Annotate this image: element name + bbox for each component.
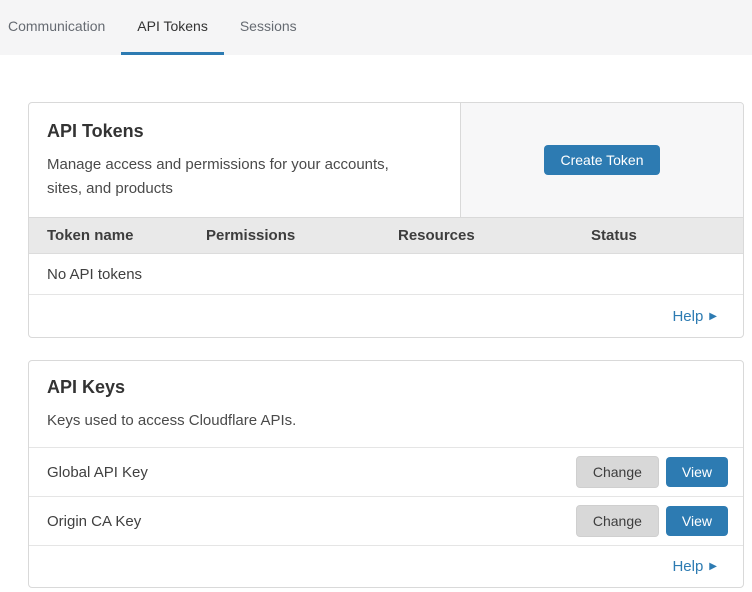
help-link-label: Help: [672, 308, 703, 325]
tokens-empty-message: No API tokens: [47, 266, 142, 283]
global-api-key-change-button[interactable]: Change: [576, 456, 659, 488]
tokens-table-header: Token name Permissions Resources Status: [29, 217, 743, 254]
help-link-label: Help: [672, 558, 703, 575]
column-header-token-name: Token name: [29, 227, 188, 244]
tab-api-tokens[interactable]: API Tokens: [121, 0, 224, 55]
tab-communication[interactable]: Communication: [8, 0, 121, 55]
origin-ca-key-change-button[interactable]: Change: [576, 505, 659, 537]
help-arrow-icon: ▶: [709, 561, 717, 572]
api-tokens-card-header: API Tokens Manage access and permissions…: [29, 103, 743, 217]
global-api-key-view-button[interactable]: View: [666, 457, 728, 487]
api-tokens-card-header-action: Create Token: [460, 103, 743, 217]
origin-ca-key-label: Origin CA Key: [47, 513, 576, 530]
api-keys-title: API Keys: [47, 377, 723, 398]
global-api-key-label: Global API Key: [47, 464, 576, 481]
tab-bar: Communication API Tokens Sessions: [0, 0, 752, 55]
main-content: API Tokens Manage access and permissions…: [0, 55, 752, 588]
column-header-permissions: Permissions: [188, 227, 380, 244]
api-tokens-card: API Tokens Manage access and permissions…: [28, 102, 744, 338]
column-header-resources: Resources: [380, 227, 573, 244]
create-token-button[interactable]: Create Token: [544, 145, 659, 175]
api-tokens-description: Manage access and permissions for your a…: [47, 153, 419, 201]
origin-ca-key-view-button[interactable]: View: [666, 506, 728, 536]
origin-ca-key-row: Origin CA Key Change View: [29, 496, 743, 545]
api-tokens-card-header-text: API Tokens Manage access and permissions…: [29, 103, 460, 217]
tokens-empty-row: No API tokens: [29, 254, 743, 295]
api-keys-help-link[interactable]: Help ▶: [672, 558, 717, 575]
api-keys-card: API Keys Keys used to access Cloudflare …: [28, 360, 744, 588]
api-keys-card-header: API Keys Keys used to access Cloudflare …: [29, 361, 743, 447]
column-header-status: Status: [573, 227, 743, 244]
api-keys-description: Keys used to access Cloudflare APIs.: [47, 409, 419, 433]
api-tokens-title: API Tokens: [47, 121, 440, 142]
api-tokens-card-footer: Help ▶: [29, 295, 743, 337]
api-tokens-help-link[interactable]: Help ▶: [672, 308, 717, 325]
tab-sessions[interactable]: Sessions: [224, 0, 313, 55]
api-keys-card-footer: Help ▶: [29, 545, 743, 587]
help-arrow-icon: ▶: [709, 311, 717, 322]
global-api-key-row: Global API Key Change View: [29, 447, 743, 496]
